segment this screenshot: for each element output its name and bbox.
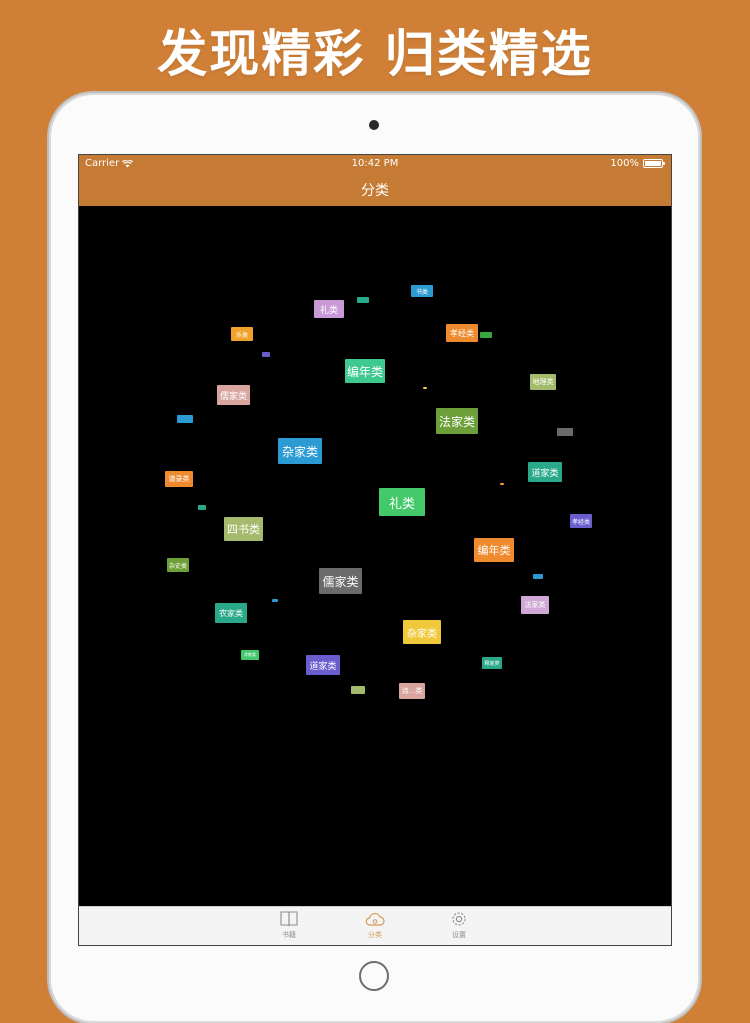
tag-cloud[interactable]: 礼类 书类 孝经类 乐类 编年类 地理类 儒家类 法家类 杂家类 道家类 谱录类 礼类 孝经类 四书类 编年… <box>79 206 671 906</box>
category-tag[interactable]: 乐类 <box>231 327 253 341</box>
cloud-icon <box>365 912 385 926</box>
category-tag[interactable] <box>357 297 369 303</box>
category-tag[interactable] <box>533 574 543 579</box>
status-bar: Carrier 10:42 PM 100% <box>79 155 671 173</box>
tab-settings[interactable]: 设置 <box>429 910 489 944</box>
category-tag[interactable]: 法家类 <box>436 408 478 434</box>
category-tag[interactable] <box>557 428 573 436</box>
status-time: 10:42 PM <box>351 158 399 169</box>
category-tag[interactable] <box>480 332 492 338</box>
category-tag[interactable]: 儒家类 <box>217 385 250 405</box>
home-button[interactable] <box>359 961 389 991</box>
battery-info: 100% <box>610 158 665 169</box>
category-tag[interactable]: 杂家类 <box>278 438 322 464</box>
category-tag[interactable] <box>198 505 206 510</box>
category-tag[interactable]: 编年类 <box>474 538 514 562</box>
battery-label: 100% <box>610 158 639 169</box>
category-tag[interactable] <box>351 686 365 694</box>
category-tag[interactable]: 孝经类 <box>446 324 478 342</box>
screen: Carrier 10:42 PM 100% 分类 礼类 书类 孝经类 乐类 编年类 地理类… <box>79 155 671 945</box>
nav-title: 分类 <box>361 182 389 199</box>
category-tag[interactable]: 道家类 <box>306 655 340 675</box>
category-tag[interactable]: 释家类 <box>482 657 502 669</box>
category-tag[interactable]: 道家类 <box>528 462 562 482</box>
category-tag[interactable]: 农家类 <box>215 603 247 623</box>
category-tag[interactable] <box>272 599 278 602</box>
category-tag[interactable]: 诗...类 <box>399 683 425 699</box>
gear-icon <box>452 912 466 926</box>
nav-bar: 分类 <box>79 173 671 206</box>
category-tag[interactable]: 杂家类 <box>403 620 441 644</box>
headline: 发现精彩 归类精选 <box>157 25 593 83</box>
tab-books[interactable]: 书籍 <box>259 910 319 944</box>
category-tag[interactable]: 四书类 <box>224 517 263 541</box>
category-tag[interactable]: 礼类 <box>314 300 344 318</box>
category-tag[interactable]: 编年类 <box>345 359 385 383</box>
book-icon <box>280 911 298 927</box>
battery-icon <box>643 159 665 168</box>
category-tag[interactable]: 术数类 <box>241 650 259 660</box>
ipad-frame: Carrier 10:42 PM 100% 分类 礼类 书类 孝经类 乐类 编年类 地理类… <box>49 93 700 1023</box>
category-tag[interactable]: 法家类 <box>521 596 549 614</box>
tab-categories-label: 分类 <box>368 931 382 939</box>
category-tag[interactable]: 礼类 <box>379 488 425 516</box>
category-tag[interactable]: 儒家类 <box>319 568 362 594</box>
category-tag[interactable]: 孝经类 <box>570 514 592 528</box>
camera <box>369 120 379 130</box>
category-tag[interactable]: 书类 <box>411 285 433 297</box>
category-tag[interactable] <box>262 352 270 357</box>
tab-categories[interactable]: 分类 <box>345 910 405 944</box>
category-tag[interactable]: 杂史类 <box>167 558 189 572</box>
category-tag[interactable] <box>500 483 504 485</box>
category-tag[interactable] <box>177 415 193 423</box>
category-tag[interactable]: 谱录类 <box>165 471 193 487</box>
tab-bar: 书籍 分类 设置 <box>79 906 671 945</box>
tab-settings-label: 设置 <box>452 931 466 939</box>
category-tag[interactable] <box>423 387 427 389</box>
category-tag[interactable]: 地理类 <box>530 374 556 390</box>
tab-books-label: 书籍 <box>282 931 296 939</box>
